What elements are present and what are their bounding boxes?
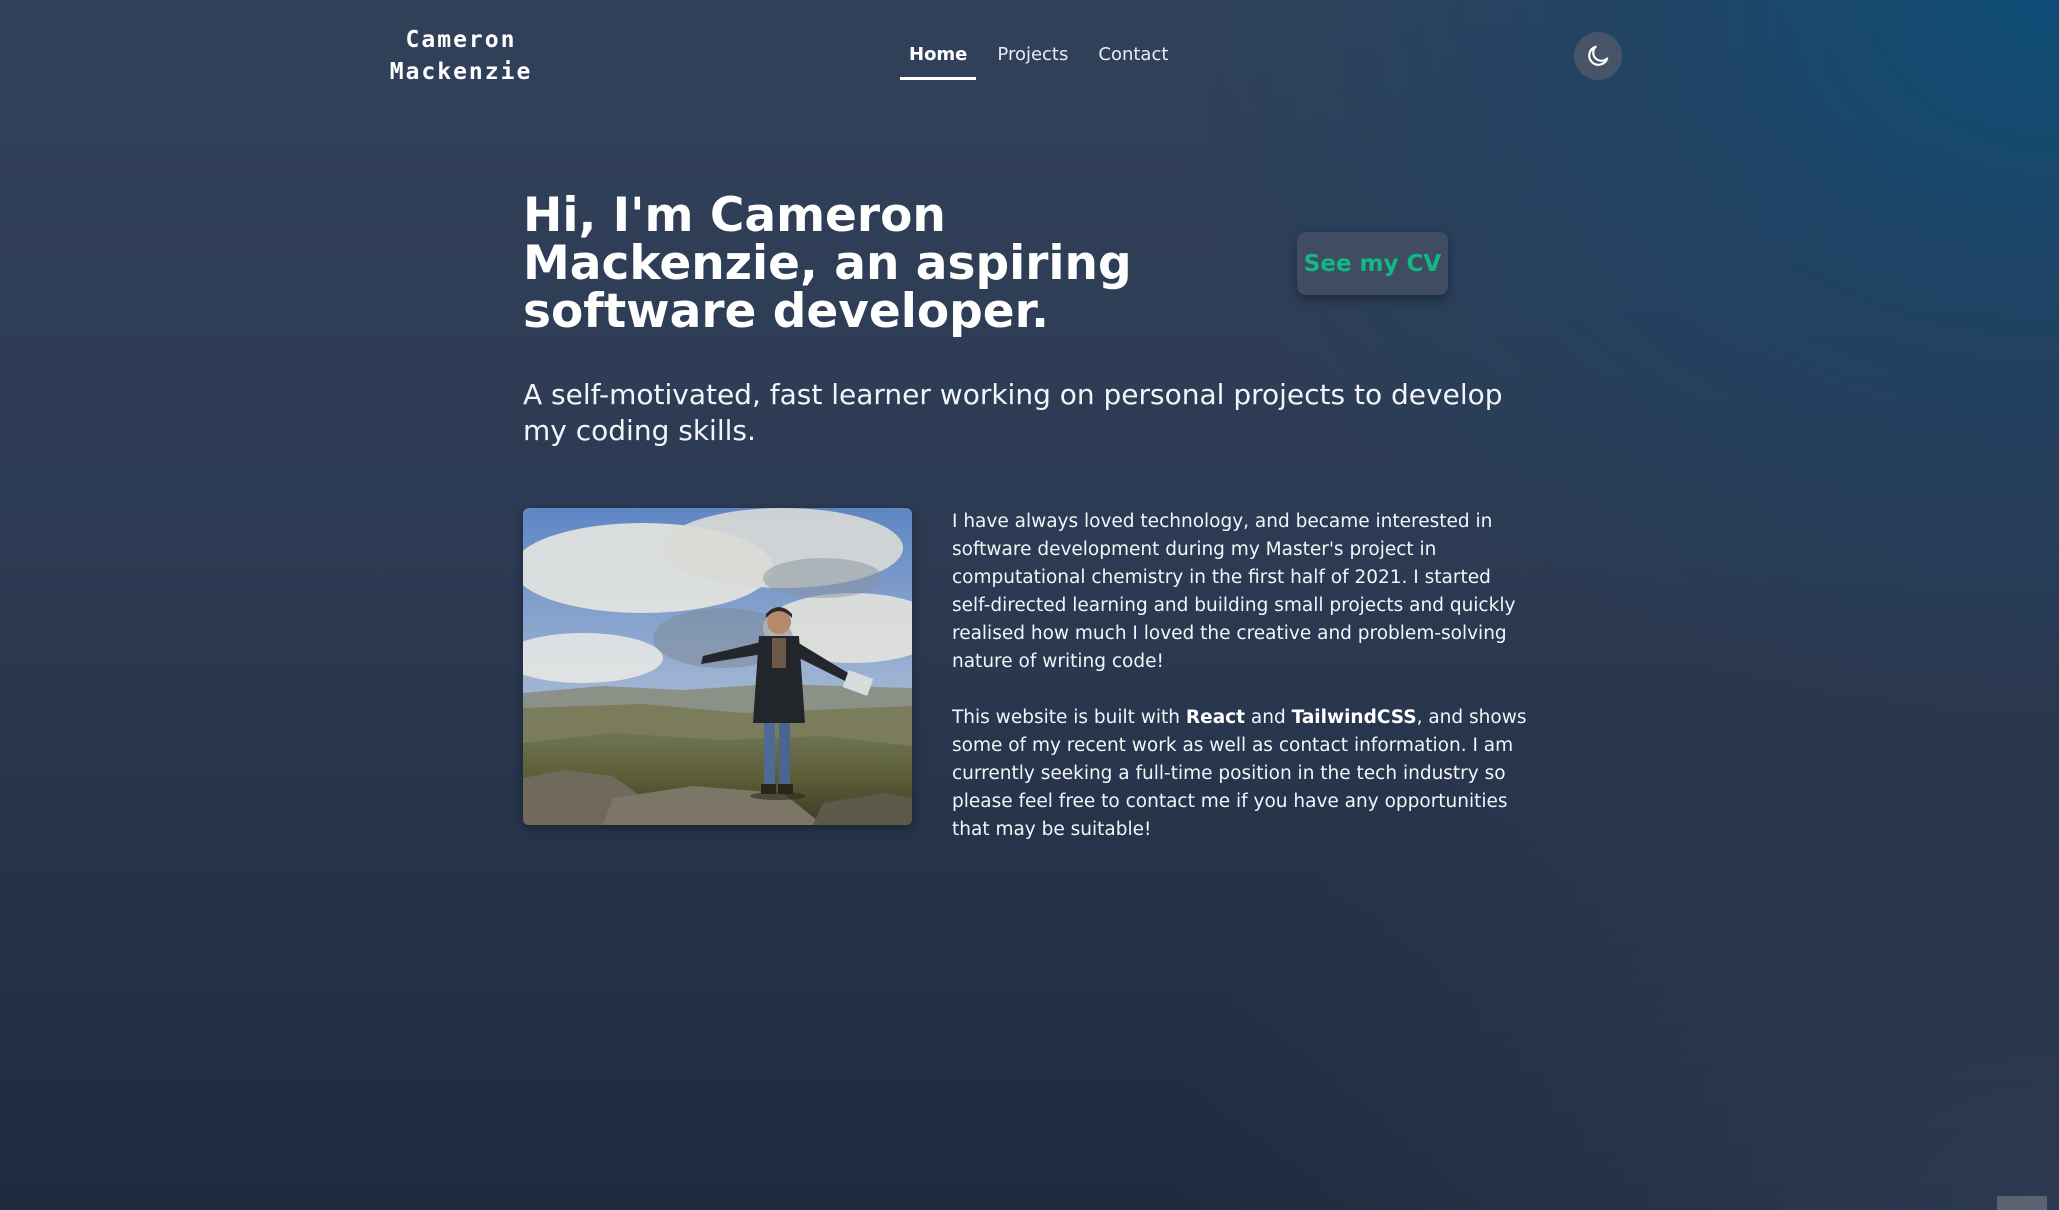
site-logo[interactable]: Cameron Mackenzie bbox=[381, 24, 541, 88]
moon-icon bbox=[1588, 45, 1609, 66]
about-text: and bbox=[1245, 707, 1292, 728]
logo-line-last-name: Mackenzie bbox=[389, 59, 533, 85]
site-header: Cameron Mackenzie Home Projects Contact bbox=[0, 0, 2059, 110]
page-title: Hi, I'm Cameron Mackenzie, an aspiring s… bbox=[523, 188, 1132, 339]
react-highlight: React bbox=[1185, 707, 1245, 728]
hero-subtitle: A self-motivated, fast learner working o… bbox=[523, 378, 1503, 447]
nav-contact[interactable]: Contact bbox=[1089, 38, 1177, 80]
about-paragraph-website: This website is built with React and Tai… bbox=[952, 704, 1532, 844]
theme-toggle-button[interactable] bbox=[1574, 32, 1622, 80]
nav-projects[interactable]: Projects bbox=[988, 38, 1077, 80]
tailwind-highlight: TailwindCSS bbox=[1291, 707, 1417, 728]
corner-badge bbox=[1997, 1196, 2047, 1210]
about-paragraph-intro: I have always loved technology, and beca… bbox=[952, 511, 1516, 672]
profile-photo bbox=[523, 508, 912, 825]
main-nav: Home Projects Contact bbox=[900, 38, 1189, 82]
see-cv-button[interactable]: See my CV bbox=[1297, 232, 1448, 295]
logo-line-first-name: Cameron bbox=[405, 27, 517, 53]
about-text: This website is built with bbox=[952, 707, 1186, 728]
nav-home[interactable]: Home bbox=[900, 38, 977, 80]
about-section: I have always loved technology, and beca… bbox=[952, 508, 1532, 872]
